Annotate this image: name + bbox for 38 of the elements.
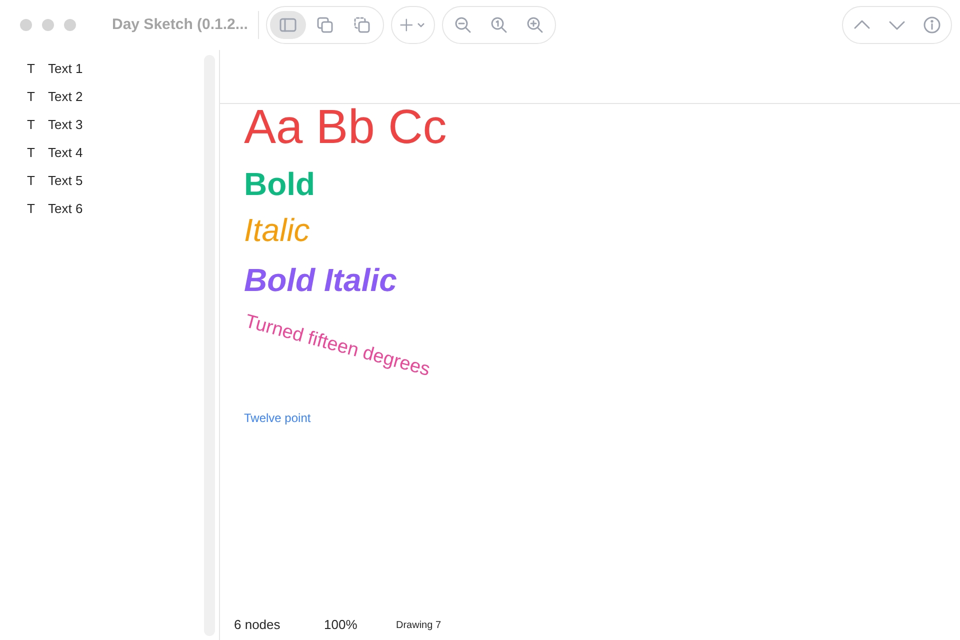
layer-label: Text 1 (48, 60, 83, 78)
layer-label: Text 5 (48, 172, 83, 190)
canvas-text[interactable]: Twelve point (244, 412, 311, 424)
text-layer-icon: T (27, 143, 48, 163)
node-count: 6 nodes (234, 616, 282, 634)
sidebar-toggle-button[interactable] (270, 11, 306, 39)
text-layer-icon: T (27, 87, 48, 107)
text-layer-icon: T (27, 115, 48, 135)
text-layer-icon: T (27, 171, 48, 191)
layer-item[interactable]: T Text 1 (0, 55, 190, 83)
canvas-text[interactable]: Turned fifteen degrees (243, 312, 432, 380)
window-control[interactable] (42, 19, 54, 31)
layer-item[interactable]: T Text 5 (0, 167, 190, 195)
add-button[interactable] (390, 6, 435, 44)
layer-item[interactable]: T Text 3 (0, 111, 190, 139)
canvas-text[interactable]: Aa Bb Cc (244, 104, 447, 152)
layer-label: Text 6 (48, 200, 83, 218)
canvas-text[interactable]: Bold Italic (244, 264, 397, 296)
magnifier-icon (488, 15, 509, 35)
text-layer-icon: T (27, 59, 48, 79)
chevron-down-icon (417, 22, 426, 28)
copy-icon (314, 15, 335, 35)
window-title: Day Sketch (0.1.2... (112, 14, 248, 35)
copy-icon (352, 15, 372, 35)
text-layer-icon: T (27, 199, 48, 219)
layer-label: Text 2 (48, 88, 83, 106)
zoom-level: 100% (324, 616, 358, 634)
window-control[interactable] (20, 19, 32, 31)
info-icon (922, 15, 942, 35)
layer-label: Text 4 (48, 144, 83, 162)
layer-item[interactable]: T Text 2 (0, 83, 190, 111)
zoom-in-icon (524, 15, 545, 35)
zoom-out-icon (452, 15, 473, 35)
window-control[interactable] (64, 19, 76, 31)
layer-item[interactable]: T Text 4 (0, 139, 190, 167)
layer-item[interactable]: T Text 6 (0, 195, 190, 223)
document-name: Drawing 7 (396, 618, 442, 632)
layer-label: Text 3 (48, 116, 83, 134)
